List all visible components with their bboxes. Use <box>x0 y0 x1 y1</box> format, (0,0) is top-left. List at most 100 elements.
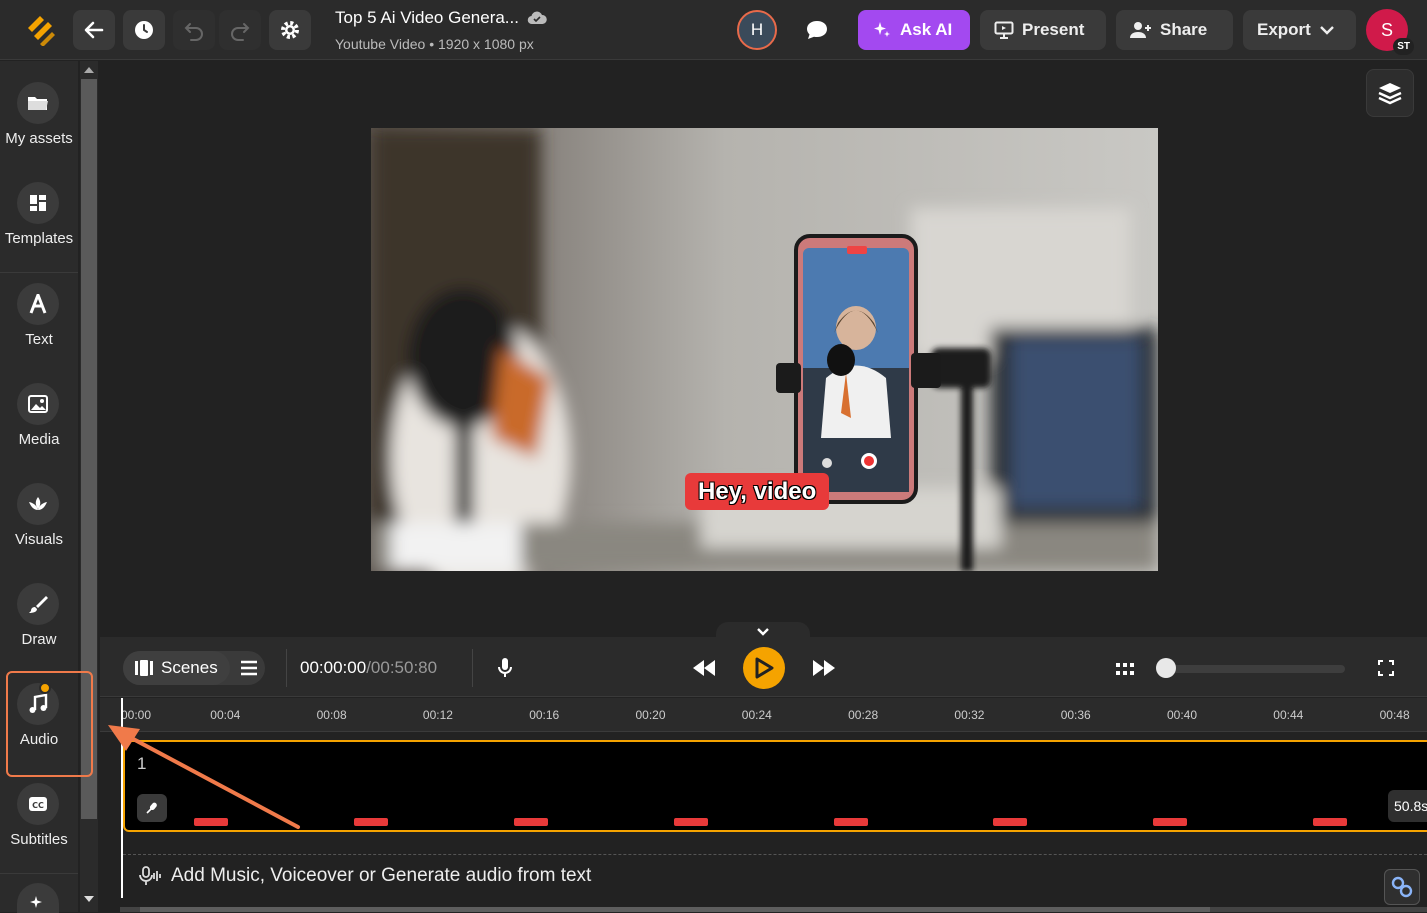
video-caption[interactable]: Hey, video <box>685 473 830 510</box>
ruler-tick: 00:44 <box>1273 708 1304 722</box>
ruler-tick: 00:12 <box>422 708 453 722</box>
ruler-tick: 00:08 <box>316 708 347 722</box>
sidebar-item-visuals[interactable]: Visuals <box>0 462 78 562</box>
list-view-icon[interactable] <box>240 660 258 676</box>
play-button[interactable] <box>743 647 785 689</box>
sparkle-icon <box>874 22 890 37</box>
text-icon <box>17 283 59 325</box>
sidebar-item-label: My assets <box>5 130 73 147</box>
scroll-up-icon[interactable] <box>84 67 94 73</box>
chat-bubble-icon <box>807 21 827 39</box>
scene-duration: 50.8s <box>1388 790 1427 822</box>
link-icon <box>1391 876 1413 898</box>
ruler-tick: 00:48 <box>1379 708 1410 722</box>
total-time: /00:50:80 <box>366 658 438 677</box>
ruler-tick: 00:16 <box>529 708 560 722</box>
history-button[interactable] <box>123 10 165 50</box>
chevron-down-icon <box>1319 26 1334 35</box>
comments-button[interactable] <box>803 16 831 44</box>
app-logo[interactable] <box>24 14 58 46</box>
zoom-slider[interactable] <box>1156 658 1345 678</box>
voiceover-icon <box>139 865 161 885</box>
svg-text:CC: CC <box>32 801 44 810</box>
scroll-down-icon[interactable] <box>84 896 94 902</box>
scenes-label: Scenes <box>161 658 218 677</box>
user-avatar[interactable]: S ST <box>1366 9 1414 55</box>
play-icon <box>755 657 774 679</box>
cloud-saved-icon <box>527 11 547 25</box>
caption-marker <box>354 818 388 826</box>
undo-button[interactable] <box>173 10 215 50</box>
gear-icon <box>281 21 299 39</box>
export-label: Export <box>1257 20 1311 39</box>
clock-icon <box>135 21 153 39</box>
ruler-tick: 00:24 <box>741 708 772 722</box>
present-button[interactable]: Present <box>980 10 1106 50</box>
rewind-button[interactable] <box>692 659 716 682</box>
sidebar-item-templates[interactable]: Templates <box>0 161 78 261</box>
back-button[interactable] <box>73 10 115 50</box>
redo-icon <box>231 23 250 41</box>
scenes-toggle[interactable]: Scenes <box>123 651 265 685</box>
top-bar: Top 5 Ai Video Genera... Youtube Video •… <box>0 0 1427 60</box>
time-display: 00:00:00/00:50:80 <box>300 658 437 678</box>
scrollbar-thumb[interactable] <box>140 907 1210 912</box>
sidebar-item-label: Text <box>25 331 53 348</box>
collaborator-avatar[interactable]: H <box>737 10 777 50</box>
fast-forward-button[interactable] <box>812 659 836 682</box>
grid-icon <box>1116 663 1134 675</box>
rewind-icon <box>693 660 715 676</box>
arrow-left-icon <box>84 21 104 39</box>
record-voice-button[interactable] <box>497 657 513 684</box>
fullscreen-icon <box>1378 660 1394 676</box>
caption-marker <box>834 818 868 826</box>
settings-button[interactable] <box>269 10 311 50</box>
sidebar-item-label: Media <box>18 431 60 448</box>
image-icon <box>17 383 59 425</box>
templates-icon <box>17 182 59 224</box>
divider <box>286 649 287 687</box>
present-label: Present <box>1022 20 1085 39</box>
sidebar-item-more[interactable] <box>17 883 59 913</box>
caption-marker <box>514 818 548 826</box>
grid-view-button[interactable] <box>1116 662 1134 680</box>
monitor-icon <box>994 21 1014 39</box>
redo-button[interactable] <box>219 10 261 50</box>
sidebar-item-draw[interactable]: Draw <box>0 562 78 662</box>
annotation-highlight-box <box>6 671 93 777</box>
ask-ai-button[interactable]: Ask AI <box>858 10 970 50</box>
sidebar-item-my-assets[interactable]: My assets <box>0 61 78 161</box>
project-title[interactable]: Top 5 Ai Video Genera... <box>335 8 547 28</box>
left-sidebar: My assets Templates Text Media Visuals D… <box>0 61 78 913</box>
sidebar-divider <box>0 873 78 874</box>
ask-ai-label: Ask AI <box>900 20 953 39</box>
zoom-slider-handle[interactable] <box>1156 658 1176 678</box>
fullscreen-button[interactable] <box>1378 660 1394 681</box>
ruler-tick: 00:28 <box>848 708 879 722</box>
divider <box>472 649 473 687</box>
caption-marker <box>993 818 1027 826</box>
folder-icon <box>17 82 59 124</box>
share-button[interactable]: Share <box>1116 10 1233 50</box>
playback-controls: Scenes 00:00:00/00:50:80 <box>100 637 1427 697</box>
sidebar-scrollbar[interactable] <box>80 61 98 912</box>
ruler-tick: 00:20 <box>635 708 666 722</box>
sidebar-item-subtitles[interactable]: CC Subtitles <box>0 762 78 862</box>
export-button[interactable]: Export <box>1243 10 1356 50</box>
caption-marker <box>1153 818 1187 826</box>
sidebar-item-media[interactable]: Media <box>0 362 78 462</box>
layers-button[interactable] <box>1366 69 1414 117</box>
link-button[interactable] <box>1384 869 1420 905</box>
sidebar-item-label: Templates <box>4 230 74 247</box>
sidebar-item-text[interactable]: Text <box>0 262 78 362</box>
scenes-icon <box>135 660 153 676</box>
scene-track[interactable]: 1 50.8s <box>123 740 1427 832</box>
fast-forward-icon <box>813 660 835 676</box>
scenes-view-button[interactable]: Scenes <box>123 651 230 685</box>
caption-marker <box>1313 818 1347 826</box>
sidebar-item-label: Visuals <box>14 531 64 548</box>
add-audio-row[interactable]: Add Music, Voiceover or Generate audio f… <box>123 854 1427 896</box>
timeline-scrollbar[interactable] <box>120 907 1427 912</box>
ruler-tick: 00:40 <box>1167 708 1198 722</box>
undo-icon <box>184 23 203 41</box>
